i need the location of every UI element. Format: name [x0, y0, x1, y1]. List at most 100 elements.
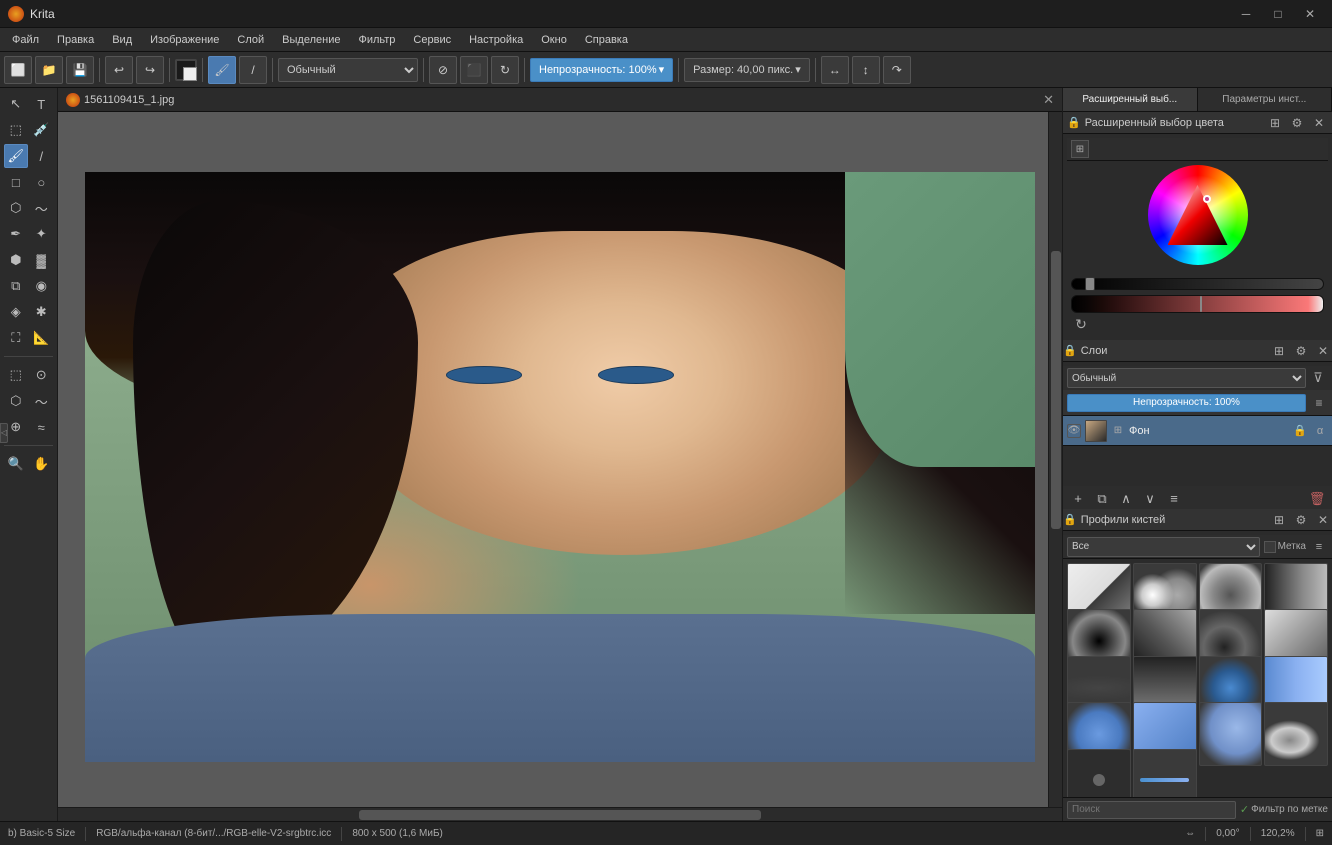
brush-category-select[interactable]: Все: [1067, 537, 1260, 557]
pan-tool[interactable]: ✋: [30, 452, 54, 476]
color-fg[interactable]: [175, 59, 197, 81]
close-button[interactable]: ✕: [1296, 4, 1324, 24]
layer-blend-mode-select[interactable]: Обычный: [1067, 368, 1306, 388]
smart-patch-tool[interactable]: ✦: [30, 222, 54, 246]
ellipse-select-tool[interactable]: ⊙: [30, 363, 54, 387]
layers-menu-btn[interactable]: ≡: [1310, 394, 1328, 412]
layer-up-btn[interactable]: ∧: [1115, 489, 1137, 509]
wrap-btn[interactable]: ↻: [491, 56, 519, 84]
crop-tool[interactable]: ⬚: [4, 118, 28, 142]
freehand-select-tool[interactable]: 〜: [30, 389, 54, 413]
eraser-btn[interactable]: ⊘: [429, 56, 457, 84]
tab-tool-params[interactable]: Параметры инст...: [1198, 88, 1332, 111]
select-tool[interactable]: ↖: [4, 92, 28, 116]
brushes-settings-btn[interactable]: ⚙: [1292, 511, 1310, 529]
layer-visibility-toggle[interactable]: 👁: [1067, 424, 1081, 438]
freehand-tool[interactable]: 〜: [30, 196, 54, 220]
layer-merge-btn[interactable]: ≡: [1163, 489, 1185, 509]
fill-tool[interactable]: ⬢: [4, 248, 28, 272]
menu-help[interactable]: Справка: [577, 32, 636, 48]
menu-window[interactable]: Окно: [533, 32, 575, 48]
menu-select[interactable]: Выделение: [274, 32, 348, 48]
redo-button[interactable]: ↪: [136, 56, 164, 84]
menu-view[interactable]: Вид: [104, 32, 140, 48]
brushes-close-btn[interactable]: ✕: [1314, 511, 1332, 529]
flip-v-btn[interactable]: ↕: [852, 56, 880, 84]
v-scroll-track[interactable]: [1049, 112, 1062, 807]
line-draw-tool[interactable]: /: [30, 144, 54, 168]
gradient-tool[interactable]: ▓: [30, 248, 54, 272]
copy-layer-btn[interactable]: ⧉: [1091, 489, 1113, 509]
rect-tool[interactable]: □: [4, 170, 28, 194]
menu-service[interactable]: Сервис: [405, 32, 459, 48]
undo-button[interactable]: ↩: [105, 56, 133, 84]
dark-slider-thumb[interactable]: [1085, 277, 1095, 291]
menu-file[interactable]: Файл: [4, 32, 47, 48]
measure-tool[interactable]: 📐: [30, 326, 54, 350]
menu-settings[interactable]: Настройка: [461, 32, 531, 48]
layers-filter-btn[interactable]: ⊽: [1308, 368, 1328, 388]
blend-mode-select[interactable]: Обычный Умножение Экран: [278, 58, 418, 82]
color-gradient-track[interactable]: [1071, 295, 1324, 313]
calligraphy-tool[interactable]: ✒: [4, 222, 28, 246]
flip-h-btn[interactable]: ↔: [821, 56, 849, 84]
menu-filter[interactable]: Фильтр: [350, 32, 403, 48]
maximize-button[interactable]: □: [1264, 4, 1292, 24]
screen-status[interactable]: ⊞: [1316, 828, 1324, 839]
add-layer-btn[interactable]: +: [1067, 489, 1089, 509]
v-scroll-thumb[interactable]: [1051, 251, 1061, 529]
color-panel-close-btn[interactable]: ✕: [1310, 114, 1328, 132]
tab-close-button[interactable]: ✕: [1043, 92, 1054, 108]
transform-tool[interactable]: ⛶: [4, 326, 28, 350]
layers-close-btn[interactable]: ✕: [1314, 342, 1332, 360]
brush-item-15[interactable]: [1199, 702, 1263, 766]
brushes-float-btn[interactable]: ⊞: [1270, 511, 1288, 529]
menu-edit[interactable]: Правка: [49, 32, 102, 48]
edge-arrow[interactable]: ◁: [0, 423, 8, 443]
minimize-button[interactable]: ─: [1232, 4, 1260, 24]
polygon-tool[interactable]: ⬡: [4, 196, 28, 220]
filter-brush[interactable]: ✱: [30, 300, 54, 324]
layers-float-btn[interactable]: ⊞: [1270, 342, 1288, 360]
brush-tag-btn[interactable]: Метка: [1264, 541, 1306, 553]
brush-tool[interactable]: 🖌: [4, 144, 28, 168]
canvas-background[interactable]: [58, 112, 1062, 821]
eyedropper-tool[interactable]: 💉: [30, 118, 54, 142]
similar-select-tool[interactable]: ≈: [30, 415, 54, 439]
rotate-btn[interactable]: ↷: [883, 56, 911, 84]
ellipse-tool[interactable]: ○: [30, 170, 54, 194]
color-picker[interactable]: ◈: [4, 300, 28, 324]
layers-settings-btn[interactable]: ⚙: [1292, 342, 1310, 360]
filter-checkbox-group[interactable]: ✓ Фильтр по метке: [1240, 803, 1328, 816]
h-scroll-thumb[interactable]: [359, 810, 761, 820]
opacity-control[interactable]: Непрозрачность: 100% ▾: [530, 58, 673, 82]
layer-opacity-bar[interactable]: Непрозрачность: 100%: [1067, 394, 1306, 412]
size-control[interactable]: Размер: 40,00 пикс. ▾: [684, 58, 810, 82]
brush-search-input[interactable]: [1067, 801, 1236, 819]
layer-row-1[interactable]: 👁 ⊞ Фон 🔒 α: [1063, 416, 1332, 446]
delete-layer-btn[interactable]: 🗑: [1306, 489, 1328, 509]
horizontal-scrollbar[interactable]: [58, 807, 1062, 821]
layer-down-btn[interactable]: ∨: [1139, 489, 1161, 509]
color-panel-float-btn[interactable]: ⊞: [1266, 114, 1284, 132]
menu-layer[interactable]: Слой: [229, 32, 272, 48]
tab-advanced-color[interactable]: Расширенный выб...: [1063, 88, 1198, 111]
brush-list-toggle[interactable]: ≡: [1310, 538, 1328, 556]
blur-tool[interactable]: ◉: [30, 274, 54, 298]
tag-checkbox[interactable]: [1264, 541, 1276, 553]
dark-slider-track[interactable]: [1071, 278, 1324, 290]
vertical-scrollbar[interactable]: [1048, 112, 1062, 807]
open-button[interactable]: 📁: [35, 56, 63, 84]
rect-select-tool[interactable]: ⬚: [4, 363, 28, 387]
brush-tool-active[interactable]: 🖌: [208, 56, 236, 84]
h-scroll-track[interactable]: [58, 808, 1062, 821]
brush-item-17[interactable]: [1067, 749, 1131, 797]
canvas-image[interactable]: [85, 172, 1035, 762]
color-wheel[interactable]: [1148, 165, 1248, 265]
clone-tool[interactable]: ⧉: [4, 274, 28, 298]
save-button[interactable]: 💾: [66, 56, 94, 84]
layer-alpha-btn[interactable]: α: [1312, 423, 1328, 439]
color-panel-settings-btn[interactable]: ⚙: [1288, 114, 1306, 132]
refresh-color-btn[interactable]: ↻: [1071, 314, 1091, 334]
preserve-alpha-btn[interactable]: ⬛: [460, 56, 488, 84]
